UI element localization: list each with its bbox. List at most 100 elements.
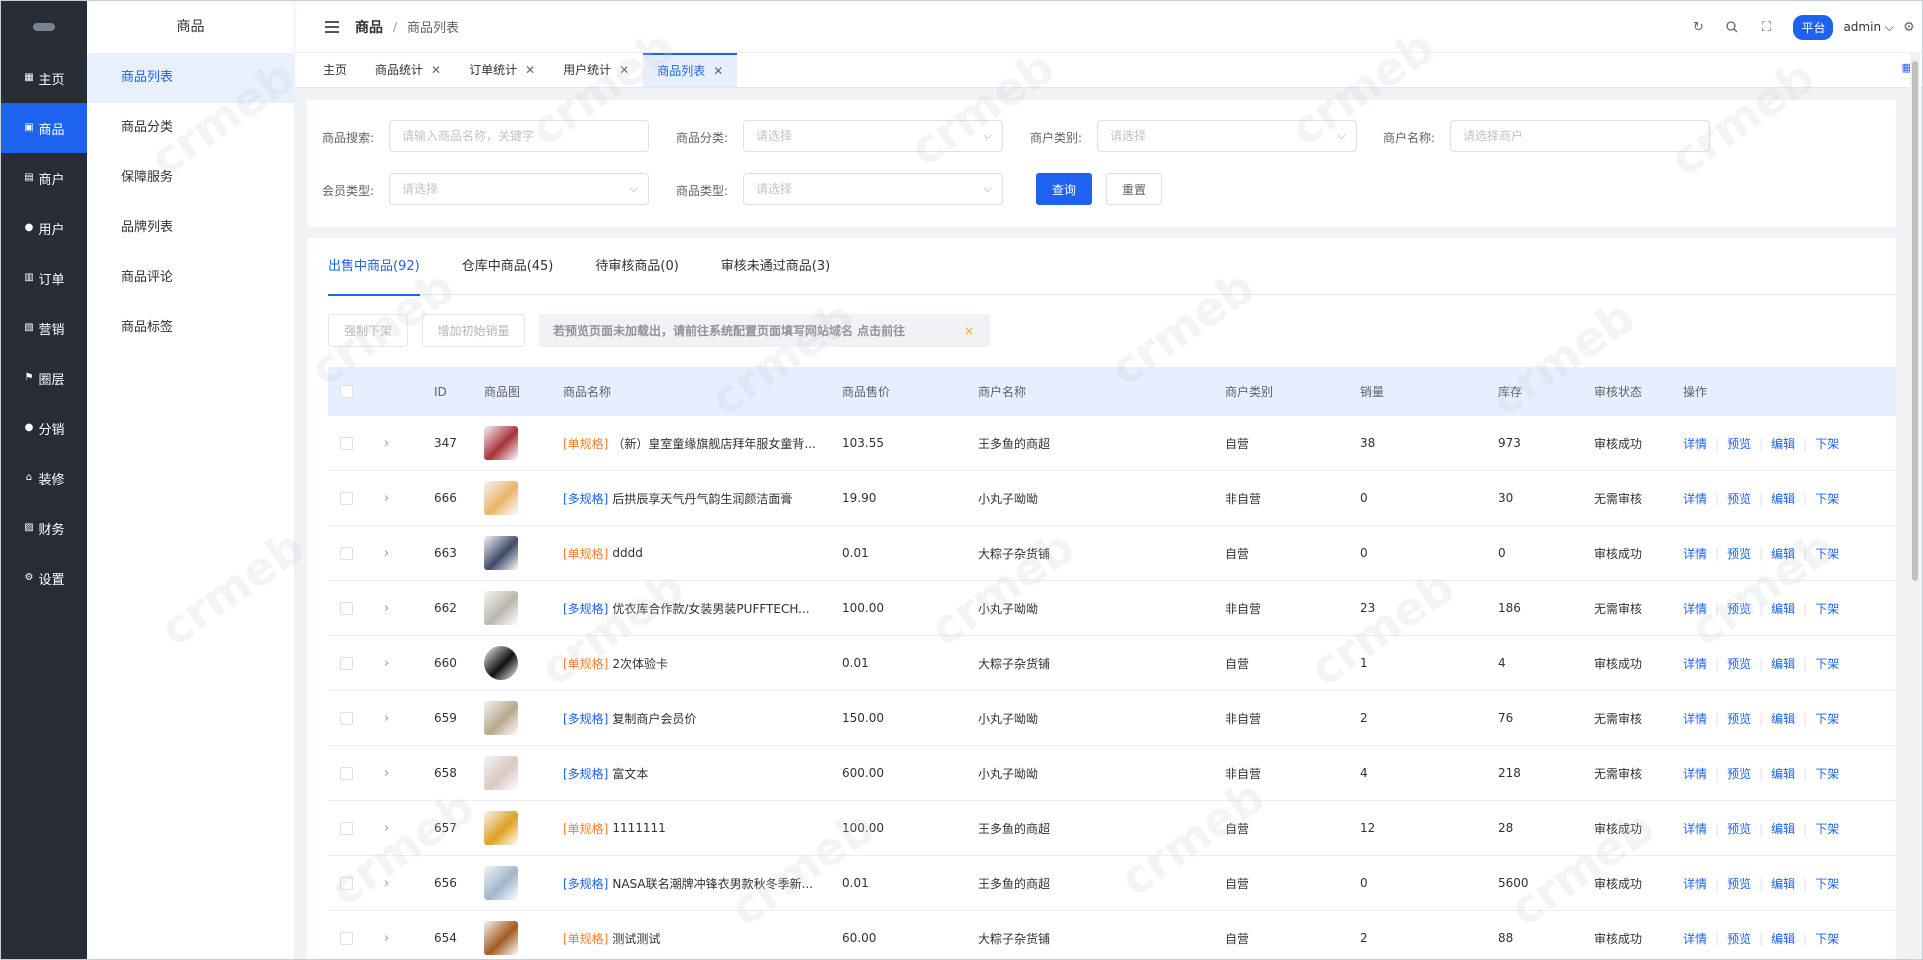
op-link-2[interactable]: 编辑 bbox=[1771, 767, 1795, 781]
close-icon[interactable]: ✕ bbox=[431, 53, 441, 87]
op-link-3[interactable]: 下架 bbox=[1815, 932, 1839, 946]
row-checkbox[interactable] bbox=[340, 821, 353, 835]
row-checkbox[interactable] bbox=[340, 711, 353, 725]
submenu-item-0[interactable]: 商品列表 bbox=[87, 53, 294, 103]
page-tab-0[interactable]: 主页 bbox=[309, 53, 361, 87]
expand-chevron-icon[interactable]: › bbox=[384, 601, 389, 616]
op-link-0[interactable]: 详情 bbox=[1683, 437, 1707, 451]
op-link-1[interactable]: 预览 bbox=[1727, 712, 1751, 726]
product-thumbnail[interactable] bbox=[484, 646, 518, 680]
row-checkbox[interactable] bbox=[340, 931, 353, 945]
close-icon[interactable]: × bbox=[964, 324, 974, 338]
category-select[interactable]: 请选择 ⌵ bbox=[743, 120, 1003, 152]
expand-chevron-icon[interactable]: › bbox=[384, 876, 389, 891]
op-link-3[interactable]: 下架 bbox=[1815, 547, 1839, 561]
op-link-0[interactable]: 详情 bbox=[1683, 492, 1707, 506]
op-link-1[interactable]: 预览 bbox=[1727, 932, 1751, 946]
expand-chevron-icon[interactable]: › bbox=[384, 931, 389, 946]
reset-button[interactable]: 重置 bbox=[1106, 173, 1162, 205]
submenu-item-2[interactable]: 保障服务 bbox=[87, 153, 294, 203]
submenu-item-4[interactable]: 商品评论 bbox=[87, 253, 294, 303]
product-type-select[interactable]: 请选择 ⌵ bbox=[743, 173, 1003, 205]
sidebar-item-4[interactable]: ▥ 订单 bbox=[1, 253, 87, 303]
expand-chevron-icon[interactable]: › bbox=[384, 711, 389, 726]
platform-badge[interactable]: 平台 bbox=[1793, 14, 1834, 40]
product-thumbnail[interactable] bbox=[484, 756, 518, 790]
member-type-select[interactable]: 请选择 ⌵ bbox=[389, 173, 649, 205]
row-checkbox[interactable] bbox=[340, 491, 353, 505]
product-thumbnail[interactable] bbox=[484, 481, 518, 515]
op-link-3[interactable]: 下架 bbox=[1815, 712, 1839, 726]
op-link-1[interactable]: 预览 bbox=[1727, 492, 1751, 506]
user-menu[interactable]: admin ⌵ bbox=[1843, 20, 1894, 35]
op-link-3[interactable]: 下架 bbox=[1815, 492, 1839, 506]
op-link-3[interactable]: 下架 bbox=[1815, 657, 1839, 671]
expand-chevron-icon[interactable]: › bbox=[384, 821, 389, 836]
search-icon[interactable] bbox=[1725, 20, 1739, 34]
row-checkbox[interactable] bbox=[340, 601, 353, 615]
sidebar-item-2[interactable]: ▤ 商户 bbox=[1, 153, 87, 203]
op-link-2[interactable]: 编辑 bbox=[1771, 822, 1795, 836]
expand-chevron-icon[interactable]: › bbox=[384, 656, 389, 671]
merchant-name-select[interactable]: 请选择商户 bbox=[1450, 120, 1710, 152]
op-link-2[interactable]: 编辑 bbox=[1771, 602, 1795, 616]
row-checkbox[interactable] bbox=[340, 876, 353, 890]
search-input[interactable]: 请输入商品名称，关键字 bbox=[389, 120, 649, 152]
sidebar-item-5[interactable]: ▧ 营销 bbox=[1, 303, 87, 353]
op-link-0[interactable]: 详情 bbox=[1683, 822, 1707, 836]
op-link-0[interactable]: 详情 bbox=[1683, 932, 1707, 946]
product-tab-2[interactable]: 待审核商品(0) bbox=[595, 238, 678, 295]
op-link-0[interactable]: 详情 bbox=[1683, 877, 1707, 891]
op-link-2[interactable]: 编辑 bbox=[1771, 657, 1795, 671]
op-link-3[interactable]: 下架 bbox=[1815, 877, 1839, 891]
op-link-1[interactable]: 预览 bbox=[1727, 437, 1751, 451]
op-link-0[interactable]: 详情 bbox=[1683, 767, 1707, 781]
product-thumbnail[interactable] bbox=[484, 701, 518, 735]
merchant-type-select[interactable]: 请选择 ⌵ bbox=[1097, 120, 1357, 152]
close-icon[interactable]: ✕ bbox=[713, 55, 723, 87]
breadcrumb-root[interactable]: 商品 bbox=[355, 17, 383, 37]
op-link-1[interactable]: 预览 bbox=[1727, 822, 1751, 836]
select-all-checkbox[interactable] bbox=[340, 385, 353, 398]
op-link-3[interactable]: 下架 bbox=[1815, 602, 1839, 616]
op-link-1[interactable]: 预览 bbox=[1727, 602, 1751, 616]
page-tab-1[interactable]: 商品统计 ✕ bbox=[361, 53, 455, 87]
vertical-scrollbar[interactable] bbox=[1910, 53, 1920, 959]
op-link-3[interactable]: 下架 bbox=[1815, 437, 1839, 451]
menu-toggle-icon[interactable] bbox=[325, 20, 339, 33]
op-link-2[interactable]: 编辑 bbox=[1771, 492, 1795, 506]
close-icon[interactable]: ✕ bbox=[619, 53, 629, 87]
product-thumbnail[interactable] bbox=[484, 426, 518, 460]
page-tab-4[interactable]: 商品列表 ✕ bbox=[643, 53, 738, 87]
page-tab-2[interactable]: 订单统计 ✕ bbox=[455, 53, 549, 87]
op-link-2[interactable]: 编辑 bbox=[1771, 712, 1795, 726]
product-thumbnail[interactable] bbox=[484, 811, 518, 845]
op-link-2[interactable]: 编辑 bbox=[1771, 932, 1795, 946]
product-thumbnail[interactable] bbox=[484, 536, 518, 570]
expand-chevron-icon[interactable]: › bbox=[384, 766, 389, 781]
settings-gear-icon[interactable]: ⚙ bbox=[1902, 20, 1916, 35]
force-off-shelf-button[interactable]: 强制下架 bbox=[328, 314, 408, 347]
op-link-2[interactable]: 编辑 bbox=[1771, 437, 1795, 451]
op-link-0[interactable]: 详情 bbox=[1683, 712, 1707, 726]
op-link-2[interactable]: 编辑 bbox=[1771, 547, 1795, 561]
sidebar-item-1[interactable]: ▣ 商品 bbox=[1, 103, 87, 153]
row-checkbox[interactable] bbox=[340, 546, 353, 560]
op-link-2[interactable]: 编辑 bbox=[1771, 877, 1795, 891]
row-checkbox[interactable] bbox=[340, 436, 353, 450]
close-icon[interactable]: ✕ bbox=[525, 53, 535, 87]
submenu-item-1[interactable]: 商品分类 bbox=[87, 103, 294, 153]
op-link-1[interactable]: 预览 bbox=[1727, 657, 1751, 671]
notice-text[interactable]: 若预览页面未加载出，请前往系统配置页面填写网站域名 点击前往 bbox=[553, 322, 905, 339]
refresh-icon[interactable]: ↻ bbox=[1691, 20, 1705, 35]
submenu-item-5[interactable]: 商品标签 bbox=[87, 303, 294, 353]
op-link-3[interactable]: 下架 bbox=[1815, 767, 1839, 781]
sidebar-item-0[interactable]: ▦ 主页 bbox=[1, 53, 87, 103]
op-link-0[interactable]: 详情 bbox=[1683, 602, 1707, 616]
product-thumbnail[interactable] bbox=[484, 591, 518, 625]
sidebar-item-8[interactable]: ⌂ 装修 bbox=[1, 453, 87, 503]
submenu-item-3[interactable]: 品牌列表 bbox=[87, 203, 294, 253]
fullscreen-icon[interactable]: ⛶ bbox=[1759, 20, 1773, 35]
page-tab-3[interactable]: 用户统计 ✕ bbox=[549, 53, 643, 87]
query-button[interactable]: 查询 bbox=[1036, 173, 1092, 205]
